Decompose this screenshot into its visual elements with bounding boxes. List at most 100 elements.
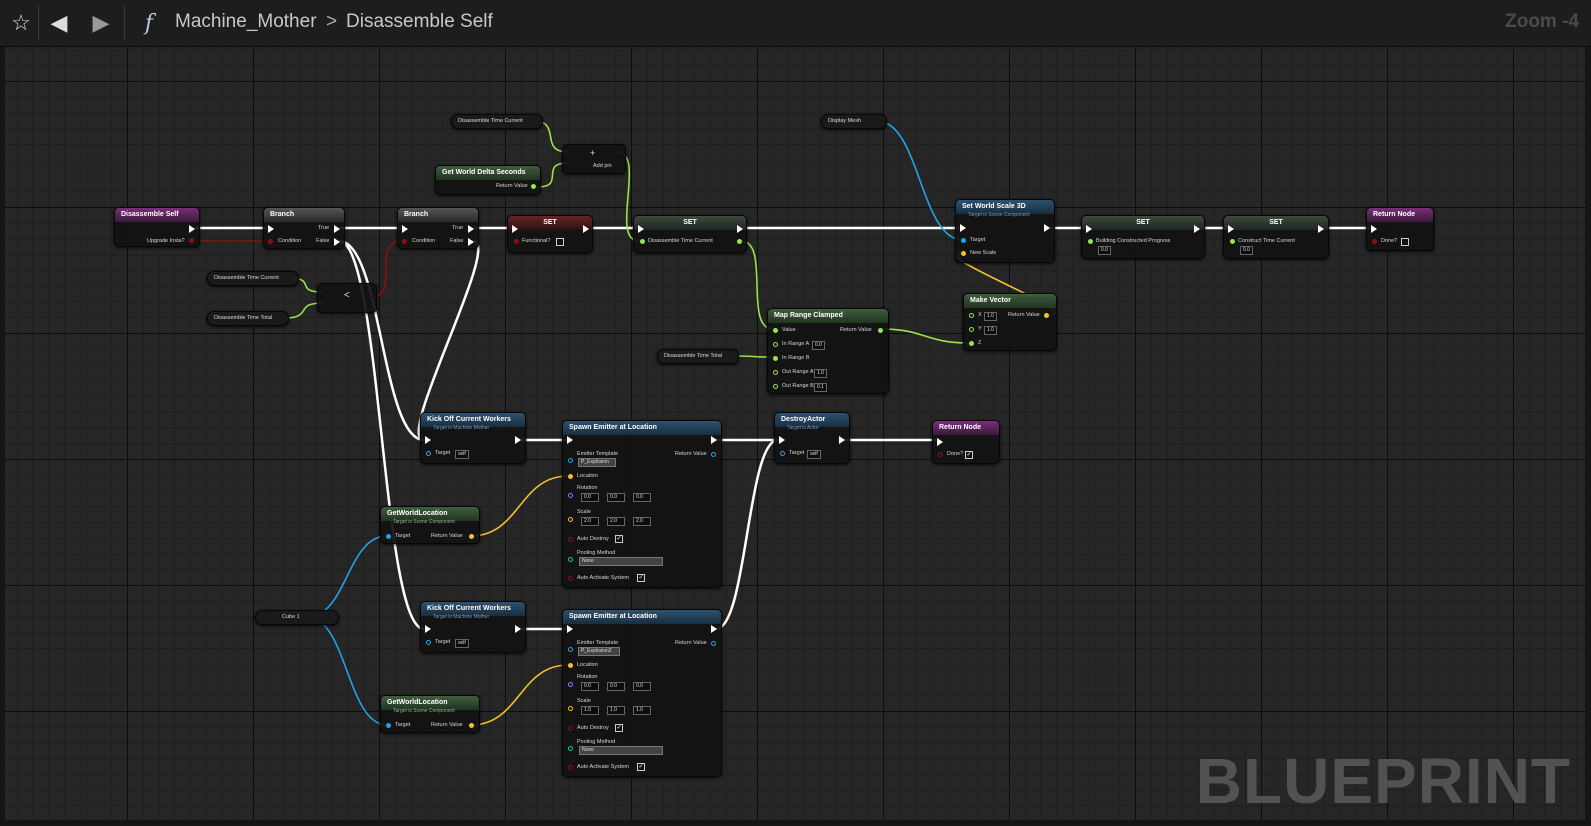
functional-checkbox[interactable] [556,238,564,246]
exec-out-pin[interactable] [711,625,717,633]
kick-off-workers-node-2[interactable]: Kick Off Current Workers Target is Machi… [420,601,526,653]
vector-pin[interactable] [568,706,573,711]
return-node-top[interactable]: Return Node Done? [1366,207,1434,251]
bool-pin[interactable] [1372,239,1377,244]
var-disassemble-time-total[interactable]: Disassemble Time Total [657,349,739,364]
bool-pin[interactable] [568,765,573,770]
get-world-location-node-1[interactable]: GetWorldLocation Target is Scene Compone… [380,506,480,544]
exec-out-pin[interactable] [515,436,521,444]
get-world-location-node-2[interactable]: GetWorldLocation Target is Scene Compone… [380,695,480,733]
struct-pin[interactable] [568,493,573,498]
value-field[interactable]: self [455,450,469,459]
return-node-mid[interactable]: Return Node Done? ✓ [932,420,1000,464]
emitter-template-dropdown[interactable]: P_Explosion [578,458,616,467]
exec-in-pin[interactable] [512,225,518,233]
object-pin[interactable] [568,458,573,463]
struct-pin[interactable] [568,682,573,687]
vector-out-pin[interactable] [469,723,474,728]
value-field[interactable]: 0.0 [633,682,651,691]
vector-pin[interactable] [568,474,573,479]
value-field[interactable]: 2.0 [607,517,625,526]
float-pin[interactable] [773,328,778,333]
object-pin[interactable] [386,723,391,728]
float-out-pin[interactable] [878,328,883,333]
float-pin[interactable] [1230,239,1235,244]
pooling-method-dropdown[interactable]: None [579,746,663,755]
set-functional-node[interactable]: SET Functional? [507,215,593,253]
add-node[interactable]: + Add pin [562,144,626,174]
bool-pin[interactable] [514,239,519,244]
var-disassemble-time-current[interactable]: Disassemble Time Current [207,271,299,286]
object-pin[interactable] [426,640,431,645]
value-field[interactable]: 1.0 [984,312,997,321]
pooling-method-dropdown[interactable]: None [579,557,663,566]
float-pin[interactable] [969,327,974,332]
exec-in-pin[interactable] [567,436,573,444]
get-world-delta-seconds-node[interactable]: Get World Delta Seconds Return Value [435,165,541,195]
value-field[interactable]: 2.0 [633,517,651,526]
star-icon[interactable]: ☆ [4,6,38,40]
var-disassemble-time-current[interactable]: Disassemble Time Current [451,114,543,129]
object-pin[interactable] [961,238,966,243]
exec-out-pin[interactable] [737,225,743,233]
float-pin[interactable] [773,356,778,361]
vector-pin[interactable] [568,517,573,522]
forward-arrow-icon[interactable]: ▶ [84,6,118,40]
vector-out-pin[interactable] [1044,313,1049,318]
enum-pin[interactable] [568,746,573,751]
value-field[interactable]: 1.0 [814,369,827,378]
float-pin[interactable] [773,384,778,389]
value-field[interactable]: 1.0 [607,706,625,715]
map-range-clamped-node[interactable]: Map Range Clamped Value Return Value In … [767,308,889,394]
value-field[interactable]: self [455,639,469,648]
bool-pin[interactable] [568,726,573,731]
exec-true-pin[interactable] [468,225,474,233]
float-pin[interactable] [1088,239,1093,244]
vector-pin[interactable] [961,251,966,256]
value-field[interactable]: 0.0 [607,493,625,502]
enum-pin[interactable] [568,557,573,562]
kick-off-workers-node-1[interactable]: Kick Off Current Workers Target is Machi… [420,412,526,464]
exec-out-pin[interactable] [839,436,845,444]
exec-out-pin[interactable] [1044,224,1050,232]
exec-in-pin[interactable] [425,625,431,633]
auto-activate-checkbox[interactable]: ✓ [637,763,645,771]
branch-node-2[interactable]: Branch Condition True False [397,207,479,249]
value-field[interactable]: 0.0 [581,493,599,502]
condition-pin[interactable] [268,239,273,244]
spawn-emitter-node-1[interactable]: Spawn Emitter at Location Emitter Templa… [562,420,722,588]
exec-in-pin[interactable] [425,436,431,444]
value-field[interactable]: 0.0 [1098,246,1111,255]
value-field[interactable]: 2.0 [581,517,599,526]
done-checkbox[interactable] [1401,238,1409,246]
done-checkbox[interactable]: ✓ [965,451,973,459]
value-field[interactable]: 1.0 [581,706,599,715]
less-than-node[interactable]: < [317,283,377,313]
set-time-current-node[interactable]: SET Disassemble Time Current [633,215,747,253]
condition-pin[interactable] [402,239,407,244]
float-pin[interactable] [773,370,778,375]
exec-in-pin[interactable] [1086,225,1092,233]
var-disassemble-time-total[interactable]: Disassemble Time Total [207,311,289,326]
set-world-scale-node[interactable]: Set World Scale 3D Target is Scene Compo… [955,199,1055,263]
exec-in-pin[interactable] [402,225,408,233]
value-field[interactable]: 1.0 [984,326,997,335]
vector-pin[interactable] [568,663,573,668]
float-pin[interactable] [969,313,974,318]
set-construct-time-node[interactable]: SET Construct Time Current 0.0 [1223,215,1329,259]
value-field[interactable]: self [807,450,821,459]
exec-out-pin[interactable] [189,225,195,233]
float-out-pin[interactable] [737,239,742,244]
exec-out-pin[interactable] [1194,225,1200,233]
exec-out-pin[interactable] [1318,225,1324,233]
spawn-emitter-node-2[interactable]: Spawn Emitter at Location Emitter Templa… [562,609,722,777]
exec-in-pin[interactable] [779,436,785,444]
exec-out-pin[interactable] [711,436,717,444]
auto-activate-checkbox[interactable]: ✓ [637,574,645,582]
object-pin[interactable] [568,647,573,652]
bool-pin[interactable] [568,576,573,581]
object-out-pin[interactable] [711,641,716,646]
auto-destroy-checkbox[interactable]: ✓ [615,724,623,732]
exec-in-pin[interactable] [268,225,274,233]
float-pin[interactable] [969,341,974,346]
